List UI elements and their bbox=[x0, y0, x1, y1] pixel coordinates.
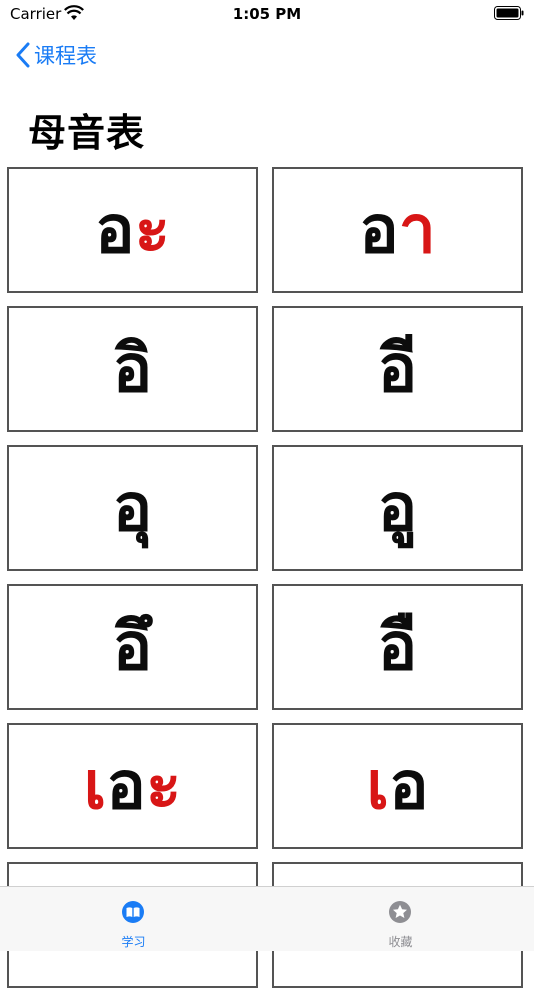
tab-learn[interactable]: 学习 bbox=[0, 887, 267, 951]
consonant-part: อื bbox=[377, 608, 418, 685]
vowel-glyph: อึ bbox=[113, 614, 153, 680]
back-button-label: 课程表 bbox=[34, 44, 97, 68]
vowel-glyph: เอะ bbox=[84, 753, 182, 819]
consonant-part: อิ bbox=[112, 330, 153, 407]
vowel-glyph: อื bbox=[378, 614, 418, 680]
vowel-glyph: อา bbox=[359, 197, 436, 263]
star-icon bbox=[389, 901, 411, 923]
vowel-glyph: อี bbox=[378, 336, 418, 402]
vowel-card-5[interactable]: อุ bbox=[7, 445, 258, 571]
vowel-card-6[interactable]: อู bbox=[272, 445, 523, 571]
book-icon bbox=[122, 901, 144, 923]
consonant-part: อ bbox=[106, 747, 146, 824]
vowel-card-8[interactable]: อื bbox=[272, 584, 523, 710]
battery-icon bbox=[494, 6, 524, 20]
vowel-mark: ะ bbox=[145, 747, 182, 824]
vowel-card-9[interactable]: เอะ bbox=[7, 723, 258, 849]
consonant-part: อ bbox=[388, 747, 429, 824]
navigation-bar: 课程表 bbox=[0, 36, 534, 76]
vowel-mark: ะ bbox=[134, 191, 171, 268]
vowel-glyph: อิ bbox=[113, 336, 153, 402]
consonant-part: อุ bbox=[112, 469, 153, 546]
consonant-part: อ bbox=[94, 191, 135, 268]
status-bar: Carrier 1:05 PM bbox=[0, 0, 534, 28]
tab-learn-label: 学习 bbox=[121, 935, 146, 949]
consonant-part: อ bbox=[359, 191, 399, 268]
tab-favorites-label: 收藏 bbox=[388, 935, 413, 949]
vowel-glyph: อู bbox=[378, 475, 418, 541]
consonant-part: อู bbox=[377, 469, 418, 546]
vowel-card-7[interactable]: อึ bbox=[7, 584, 258, 710]
tab-bar: 学习 收藏 bbox=[0, 886, 534, 951]
consonant-part: อี bbox=[377, 330, 418, 407]
vowel-card-3[interactable]: อิ bbox=[7, 306, 258, 432]
back-button[interactable]: 课程表 bbox=[16, 40, 97, 70]
consonant-part: อึ bbox=[112, 608, 153, 685]
vowel-glyph: อะ bbox=[95, 197, 170, 263]
vowel-card-4[interactable]: อี bbox=[272, 306, 523, 432]
vowel-glyph: เอ bbox=[366, 753, 428, 819]
vowel-card-10[interactable]: เอ bbox=[272, 723, 523, 849]
page-title: 母音表 bbox=[28, 111, 146, 155]
vowel-prefix: เ bbox=[366, 747, 389, 824]
vowel-card-1[interactable]: อะ bbox=[7, 167, 258, 293]
status-time: 1:05 PM bbox=[232, 5, 302, 23]
chevron-left-icon bbox=[16, 42, 30, 68]
tab-favorites[interactable]: 收藏 bbox=[267, 887, 534, 951]
vowel-prefix: เ bbox=[83, 747, 107, 824]
vowel-glyph: อุ bbox=[113, 475, 153, 541]
vowel-card-2[interactable]: อา bbox=[272, 167, 523, 293]
vowel-mark: า bbox=[398, 191, 436, 268]
